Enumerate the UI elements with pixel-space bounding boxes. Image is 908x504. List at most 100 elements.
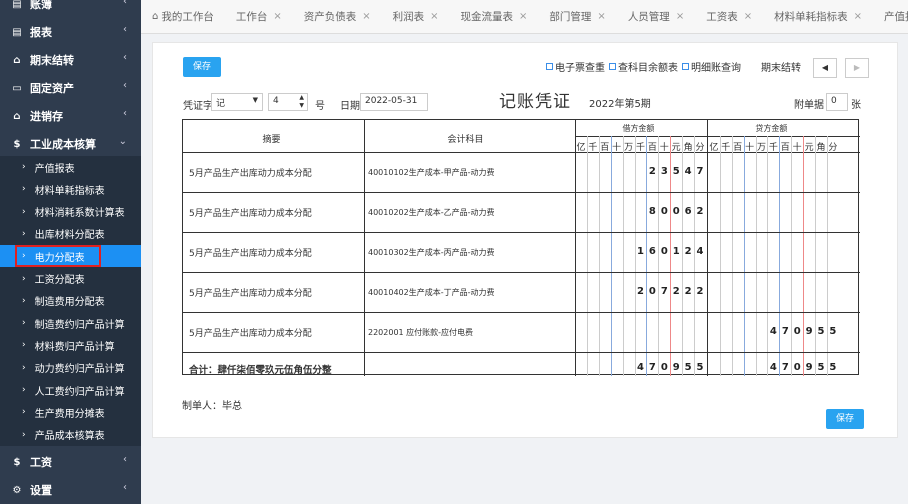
sidebar-item-label: 固定资产 <box>30 82 74 95</box>
checkbox-icon[interactable] <box>546 63 553 70</box>
close-icon[interactable]: × <box>519 11 527 22</box>
tab-item[interactable]: 部门管理 × <box>538 0 616 33</box>
tab-item[interactable]: 工资表 × <box>695 0 763 33</box>
sidebar-subitem[interactable]: › 材料单耗指标表 <box>0 178 141 200</box>
chevron-right-icon: › <box>22 340 26 351</box>
close-icon[interactable]: × <box>273 11 281 22</box>
toolbar-link[interactable]: 明细账查询 <box>691 59 741 74</box>
date-input[interactable]: 2022-05-31 <box>360 93 428 111</box>
grid-line <box>743 136 745 376</box>
prev-voucher-button[interactable]: ◀ <box>813 58 837 78</box>
sidebar-subitem[interactable]: › 产品成本核算表 <box>0 424 141 446</box>
chevron-icon: ‹ <box>123 108 127 119</box>
credit-unit-label: 十 <box>745 143 755 153</box>
debit-digit: 7 <box>660 286 668 297</box>
close-icon[interactable]: × <box>430 11 438 22</box>
tab-bar: ⌂ 我的工作台 工作台 × 资产负债表 × 利润表 × 现金流量表 × 部门管理 × 人员管理 × 工资表 ×… <box>141 0 908 34</box>
debit-digit: 7 <box>696 166 704 177</box>
home-icon: ⌂ <box>13 54 21 66</box>
grid-line <box>364 120 365 376</box>
sidebar-item[interactable]: ▤ 账簿 ‹ <box>0 0 141 18</box>
close-icon[interactable]: × <box>744 11 752 22</box>
tab-item[interactable]: ⌂ 我的工作台 <box>141 0 225 33</box>
attach-count-input[interactable]: 0 <box>826 93 848 111</box>
toolbar-link[interactable]: 电子票查重 <box>555 59 605 74</box>
sidebar-subitem[interactable]: › 制造费约归产品计算 <box>0 312 141 334</box>
debit-digit: 0 <box>660 206 668 217</box>
stepper-arrows-icon[interactable]: ▲ ▼ <box>299 94 304 110</box>
sidebar-item-label: 期末结转 <box>30 54 74 67</box>
monitor-icon: ▭ <box>12 82 22 94</box>
close-icon[interactable]: × <box>854 11 862 22</box>
total-credit-digit: 4 <box>769 362 777 373</box>
chevron-icon: ⌄ <box>118 136 127 147</box>
close-icon[interactable]: × <box>676 11 684 22</box>
total-debit-digit: 5 <box>696 362 704 373</box>
debit-digit: 0 <box>660 246 668 257</box>
tab-label: 利润表 <box>392 11 425 23</box>
debit-digit: 6 <box>684 206 692 217</box>
sidebar-subitem[interactable]: › 材料消耗系数计算表 <box>0 201 141 223</box>
sidebar-subitem[interactable]: › 电力分配表 <box>0 245 141 268</box>
chevron-right-icon: › <box>22 184 26 195</box>
credit-unit-label: 万 <box>756 143 766 153</box>
credit-unit-label: 角 <box>816 143 826 153</box>
sidebar-subitem[interactable]: › 工资分配表 <box>0 268 141 290</box>
tab-item[interactable]: 利润表 × <box>382 0 450 33</box>
tab-item[interactable]: 产值报 <box>873 0 908 33</box>
sidebar-item[interactable]: ▤ 报表 ‹ <box>0 18 141 46</box>
debit-unit-label: 亿 <box>576 143 586 153</box>
debit-digit: 1 <box>637 246 644 257</box>
sidebar-item[interactable]: $ 工资 ‹ <box>0 448 141 476</box>
grid-line <box>826 136 828 376</box>
grid-line <box>183 232 860 233</box>
sidebar-item[interactable]: ▭ 固定资产 ‹ <box>0 74 141 102</box>
toolbar-link[interactable]: 查科目余额表 <box>618 59 678 74</box>
credit-digit: 5 <box>817 326 825 337</box>
sidebar-subitem[interactable]: › 动力费约归产品计算 <box>0 357 141 379</box>
dollar-icon: $ <box>13 456 21 468</box>
sidebar-item[interactable]: ⌂ 进销存 ‹ <box>0 102 141 130</box>
grid-line <box>815 136 816 376</box>
chevron-right-icon: › <box>22 206 26 217</box>
checkbox-icon[interactable] <box>609 63 616 70</box>
sidebar-item[interactable]: ⚙ 设置 ‹ <box>0 476 141 504</box>
entry-account: 2202001 应付账款-应付电费 <box>368 328 474 337</box>
sidebar-item[interactable]: ⌂ 期末结转 ‹ <box>0 46 141 74</box>
save-button-top[interactable]: 保存 <box>183 57 221 77</box>
sidebar-subitem-label: 人工费约归产品计算 <box>34 386 125 398</box>
tab-item[interactable]: 人员管理 × <box>617 0 695 33</box>
grid-line <box>586 136 588 376</box>
voucher-number-stepper[interactable]: 4 ▲ ▼ <box>268 93 308 111</box>
debit-digit: 2 <box>672 286 680 297</box>
debit-unit-label: 万 <box>624 143 634 153</box>
voucher-word-select[interactable]: 记 ▼ <box>211 93 263 111</box>
debit-unit-label: 分 <box>695 143 705 153</box>
debit-unit-label: 千 <box>588 143 598 153</box>
sidebar-item[interactable]: $ 工业成本核算 ⌄ <box>0 130 141 158</box>
save-button-bottom[interactable]: 保存 <box>826 409 864 429</box>
grid-line <box>183 272 860 273</box>
credit-digit: 4 <box>769 326 777 337</box>
tab-item[interactable]: 现金流量表 × <box>450 0 539 33</box>
sidebar-subitem[interactable]: › 材料费归产品计算 <box>0 334 141 356</box>
sidebar-subitem[interactable]: › 出库材料分配表 <box>0 223 141 245</box>
period-close-link[interactable]: 期末结转 <box>761 59 801 74</box>
total-credit-digit: 5 <box>829 362 837 373</box>
sidebar-subitem[interactable]: › 制造费用分配表 <box>0 290 141 312</box>
voucher-grid: 摘要 会计科目 借方金额 贷方金额亿亿千千百百十十万万千千百百十十元元角角分分 5月产品… <box>182 119 860 376</box>
debit-digit: 2 <box>696 286 704 297</box>
checkbox-icon[interactable] <box>682 63 689 70</box>
sidebar-subitem[interactable]: › 生产费用分摊表 <box>0 401 141 423</box>
debit-digit: 3 <box>660 166 668 177</box>
tab-item[interactable]: 材料单耗指标表 × <box>763 0 873 33</box>
close-icon[interactable]: × <box>597 11 605 22</box>
sidebar-subitem[interactable]: › 人工费约归产品计算 <box>0 379 141 401</box>
next-voucher-button[interactable]: ▶ <box>845 58 869 78</box>
sidebar-subitem[interactable]: › 产值报表 <box>0 156 141 178</box>
tab-item[interactable]: 资产负债表 × <box>293 0 382 33</box>
close-icon[interactable]: × <box>362 11 370 22</box>
credit-digit: 0 <box>793 326 801 337</box>
credit-unit-label: 百 <box>733 143 743 153</box>
tab-item[interactable]: 工作台 × <box>225 0 293 33</box>
